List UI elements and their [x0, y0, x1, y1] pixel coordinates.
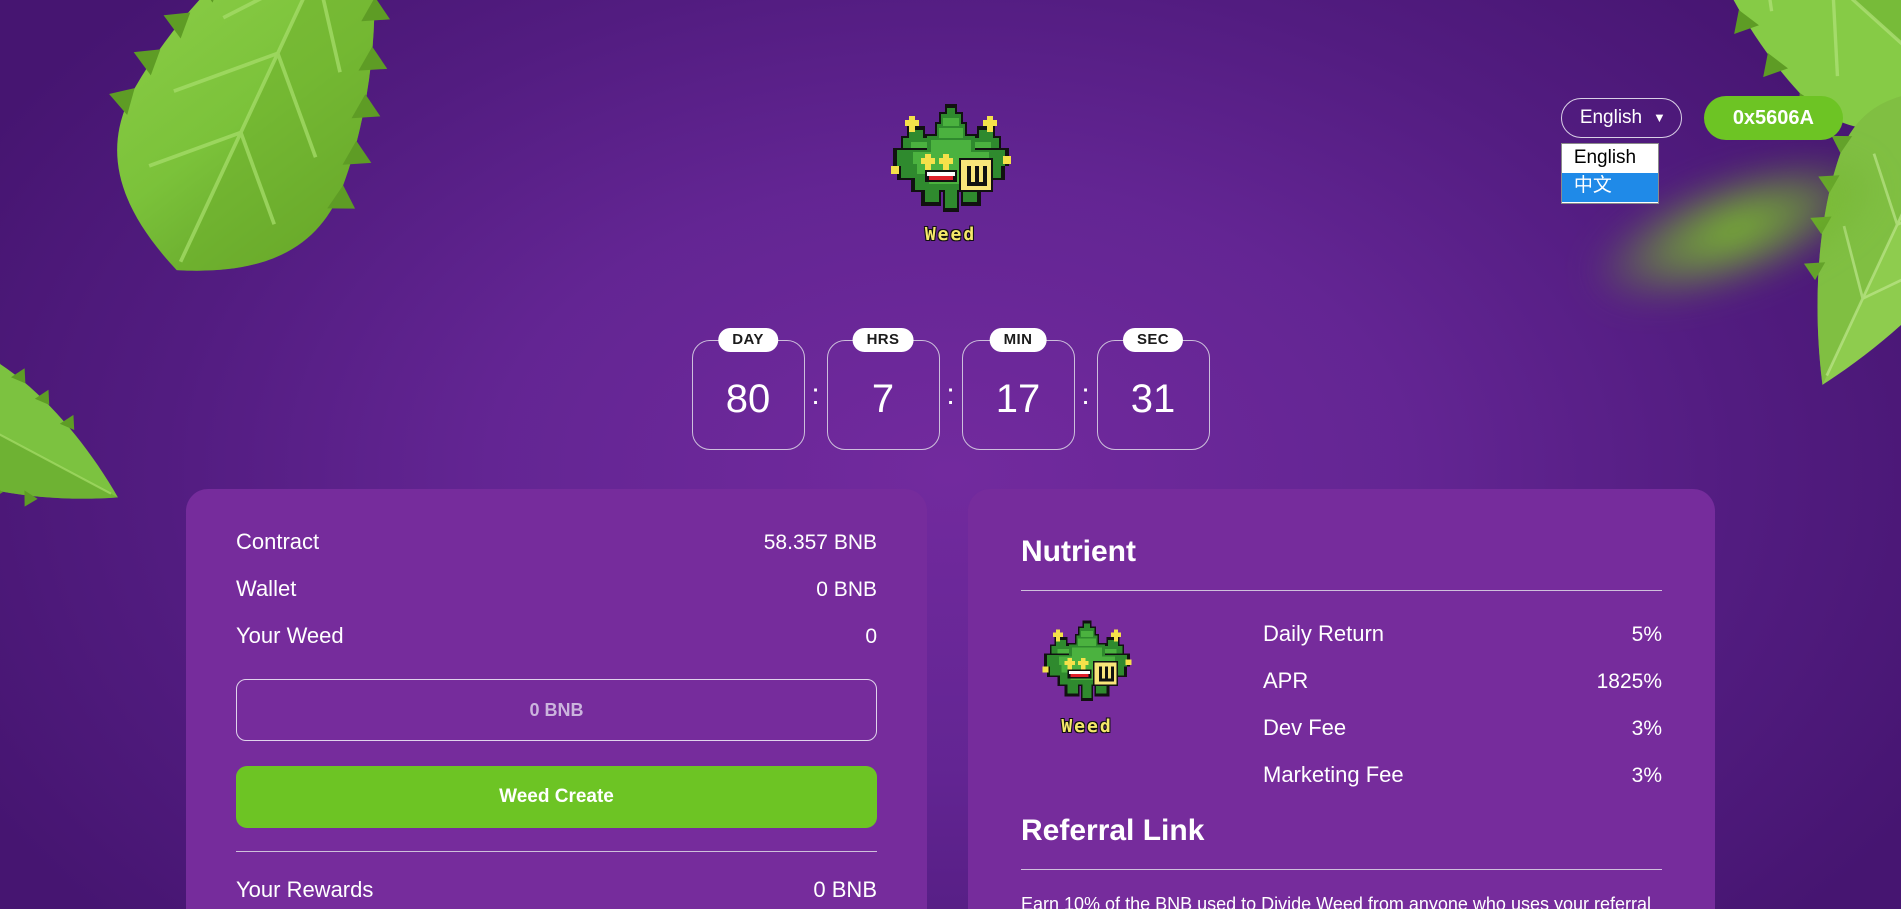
- language-options-dropdown[interactable]: English 中文: [1560, 142, 1659, 205]
- stat-row-wallet: Wallet 0 BNB: [236, 576, 877, 602]
- pixel-weed-leaf-mascot-icon: [1042, 620, 1132, 701]
- weed-create-button[interactable]: Weed Create: [236, 766, 877, 828]
- brand-logo: Weed: [851, 100, 1051, 245]
- nutrient-value-apr: 1825%: [1596, 670, 1662, 693]
- nutrient-label-marketing-fee: Marketing Fee: [1263, 762, 1404, 787]
- nutrient-label-dev-fee: Dev Fee: [1263, 715, 1347, 740]
- rewards-label: Your Rewards: [236, 877, 374, 902]
- nutrient-art: Weed: [1021, 609, 1153, 737]
- language-selector[interactable]: English ▼ English 中文: [1560, 97, 1682, 205]
- countdown-separator: :: [811, 378, 820, 411]
- topbar: English ▼ English 中文 0x5606A: [1560, 96, 1843, 205]
- wallet-address-button[interactable]: 0x5606A: [1703, 96, 1843, 140]
- countdown-cell-hrs: HRS 7: [826, 328, 940, 450]
- referral-description: Earn 10% of the BNB used to Divide Weed …: [1021, 894, 1651, 909]
- countdown-separator: :: [946, 378, 955, 411]
- nutrient-body: Weed Daily Return 5% APR 1825% Dev Fee 3…: [1021, 609, 1662, 788]
- stat-value-wallet: 0 BNB: [816, 578, 877, 601]
- nutrient-title: Nutrient: [1021, 535, 1136, 568]
- countdown-value-hrs: 7: [871, 377, 895, 421]
- countdown-cell-day: DAY 80: [691, 328, 805, 450]
- referral-section: Referral Link Earn 10% of the BNB used t…: [1021, 814, 1662, 909]
- rewards-row: Your Rewards 0 BNB: [236, 877, 877, 903]
- nutrient-label-apr: APR: [1263, 668, 1309, 693]
- nutrient-value-daily-return: 5%: [1631, 623, 1662, 646]
- countdown-value-sec: 31: [1130, 377, 1176, 421]
- countdown-timer: DAY 80 : HRS 7 : MIN 17 : SEC 31: [691, 328, 1210, 450]
- nutrient-row-apr: APR 1825%: [1263, 668, 1662, 694]
- panels-row: Contract 58.357 BNB Wallet 0 BNB Your We…: [186, 489, 1715, 909]
- divider: [1021, 590, 1662, 591]
- language-option-english[interactable]: English: [1562, 145, 1658, 174]
- stat-label-contract: Contract: [236, 529, 320, 554]
- divider: [1021, 869, 1662, 870]
- nutrient-row-daily-return: Daily Return 5%: [1263, 621, 1662, 647]
- countdown-value-day: 80: [725, 377, 771, 421]
- nutrient-stats: Daily Return 5% APR 1825% Dev Fee 3% Mar…: [1163, 609, 1662, 788]
- nutrient-value-marketing-fee: 3%: [1631, 764, 1662, 787]
- nutrient-label-daily-return: Daily Return: [1263, 621, 1385, 646]
- countdown-separator: :: [1081, 378, 1090, 411]
- countdown-label-day: DAY: [718, 328, 778, 352]
- countdown-label-min: MIN: [989, 328, 1047, 352]
- countdown-value-min: 17: [995, 377, 1041, 421]
- nutrient-value-dev-fee: 3%: [1631, 717, 1662, 740]
- divider: [236, 851, 877, 852]
- referral-title: Referral Link: [1021, 814, 1205, 847]
- countdown-cell-min: MIN 17: [961, 328, 1075, 450]
- countdown-cell-sec: SEC 31: [1096, 328, 1210, 450]
- nutrient-row-marketing-fee: Marketing Fee 3%: [1263, 762, 1662, 788]
- nutrient-row-dev-fee: Dev Fee 3%: [1263, 715, 1662, 741]
- stat-label-wallet: Wallet: [236, 576, 297, 601]
- countdown-label-hrs: HRS: [852, 328, 914, 352]
- info-panel: Nutrient Weed Daily Return 5% APR 1825% …: [968, 489, 1715, 909]
- brand-name: Weed: [924, 224, 977, 245]
- pixel-weed-leaf-mascot-icon: [890, 104, 1011, 212]
- rewards-value: 0 BNB: [813, 877, 877, 902]
- stat-row-contract: Contract 58.357 BNB: [236, 529, 877, 555]
- language-option-chinese[interactable]: 中文: [1561, 173, 1658, 203]
- language-select-input[interactable]: English: [1560, 97, 1682, 139]
- stat-value-contract: 58.357 BNB: [763, 531, 877, 554]
- nutrient-art-caption: Weed: [1061, 716, 1113, 737]
- stats-panel: Contract 58.357 BNB Wallet 0 BNB Your We…: [186, 489, 927, 909]
- stat-value-your-weed: 0: [865, 625, 877, 648]
- amount-input[interactable]: [236, 679, 877, 741]
- countdown-label-sec: SEC: [1122, 328, 1184, 352]
- stat-label-your-weed: Your Weed: [236, 623, 344, 648]
- stat-row-your-weed: Your Weed 0: [236, 623, 877, 649]
